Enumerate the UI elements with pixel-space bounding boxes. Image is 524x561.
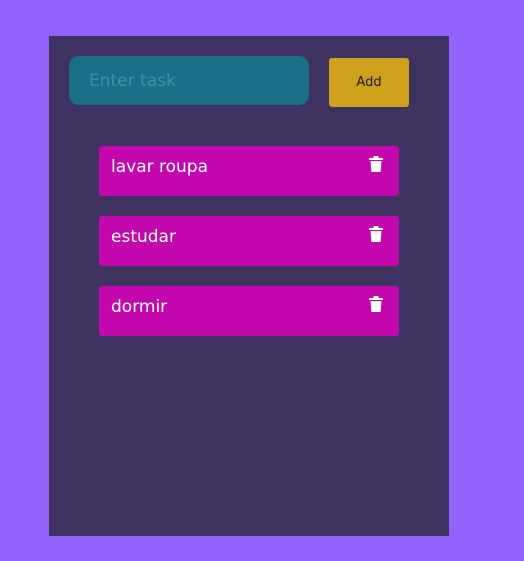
- task-label: dormir: [111, 297, 168, 317]
- todo-panel: Add lavar roupa estudar: [49, 36, 449, 536]
- task-input[interactable]: [69, 56, 309, 105]
- trash-icon[interactable]: [369, 226, 385, 246]
- task-item: lavar roupa: [99, 146, 399, 196]
- task-label: estudar: [111, 227, 176, 247]
- trash-icon[interactable]: [369, 156, 385, 176]
- task-list: lavar roupa estudar dormir: [99, 146, 399, 356]
- trash-icon[interactable]: [369, 296, 385, 316]
- task-label: lavar roupa: [111, 157, 209, 177]
- task-item: estudar: [99, 216, 399, 266]
- add-task-button[interactable]: Add: [329, 58, 409, 107]
- task-item: dormir: [99, 286, 399, 336]
